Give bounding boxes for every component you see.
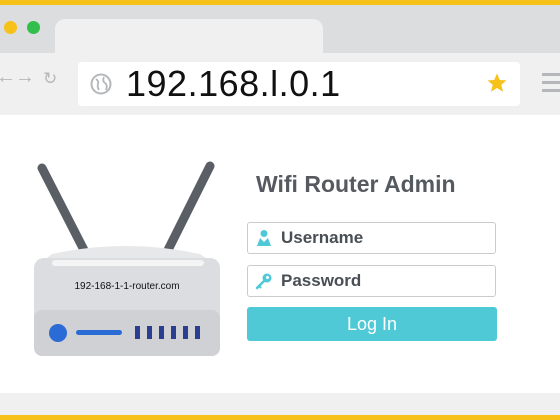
router-label: 192-168-1-1-router.com	[74, 281, 180, 292]
username-placeholder: Username	[281, 228, 364, 247]
minimize-button[interactable]	[4, 21, 17, 34]
url-text[interactable]: 192.168.l.0.1	[126, 63, 341, 105]
back-button[interactable]: ←	[0, 67, 16, 87]
login-button[interactable]: Log In	[247, 307, 497, 341]
login-title: Wifi Router Admin	[256, 171, 456, 197]
key-icon	[255, 273, 272, 290]
reload-button[interactable]: ↻	[43, 69, 57, 89]
password-field[interactable]: Password	[247, 265, 496, 297]
forward-button[interactable]: →	[15, 67, 35, 87]
menu-icon[interactable]	[542, 73, 560, 97]
title-bar	[0, 5, 560, 53]
username-field[interactable]: Username	[247, 222, 496, 254]
user-icon	[257, 230, 271, 246]
browser-toolbar: ← → ↻ 192.168.l.0.1	[0, 53, 560, 115]
router-illustration	[34, 161, 220, 356]
password-placeholder: Password	[281, 271, 362, 290]
address-bar[interactable]: 192.168.l.0.1	[78, 62, 520, 106]
browser-tab[interactable]	[55, 19, 323, 53]
page-footer-band	[0, 393, 560, 415]
maximize-button[interactable]	[27, 21, 40, 34]
star-icon[interactable]	[486, 72, 508, 94]
globe-icon	[90, 73, 112, 95]
